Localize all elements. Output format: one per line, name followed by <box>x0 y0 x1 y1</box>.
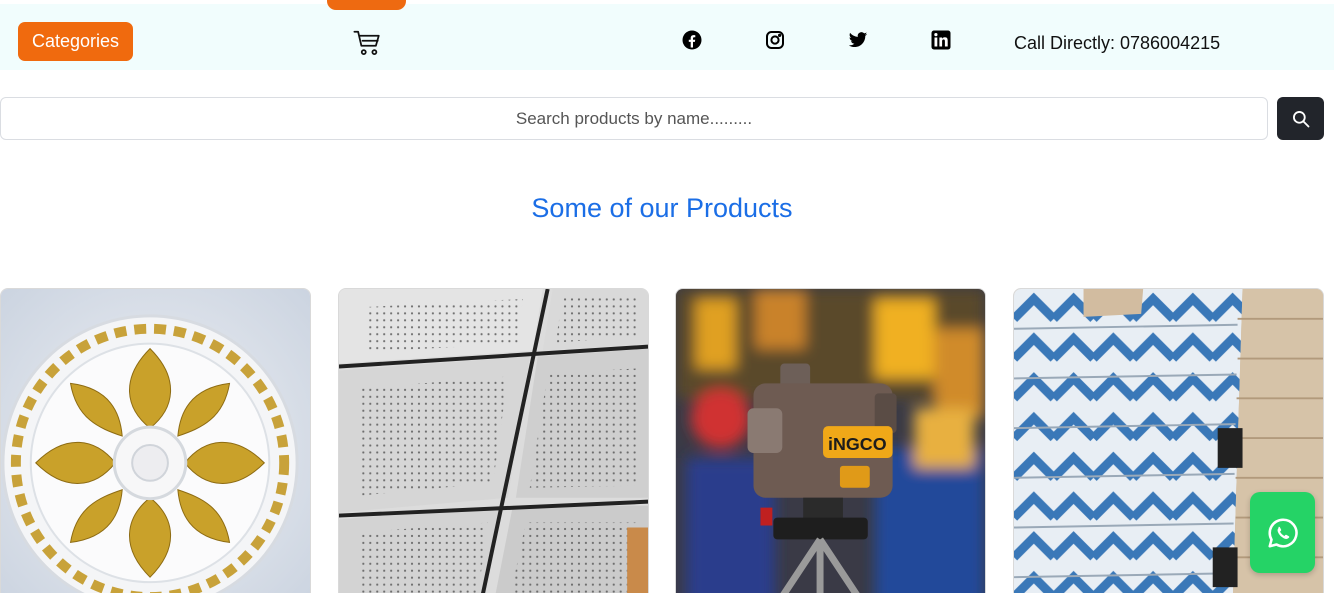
categories-button[interactable]: Categories <box>18 22 133 61</box>
search-box <box>0 97 1268 140</box>
call-directly-text: Call Directly: 0786004215 <box>1014 33 1221 53</box>
cart-count-badge <box>327 0 406 10</box>
whatsapp-button[interactable] <box>1250 492 1315 573</box>
product-card[interactable]: iNGCO <box>675 288 986 593</box>
product-image <box>339 289 648 593</box>
linkedin-icon[interactable] <box>931 30 951 50</box>
whatsapp-icon <box>1267 517 1298 548</box>
search-input[interactable] <box>1 98 1267 139</box>
cart-icon[interactable] <box>352 28 383 58</box>
twitter-icon[interactable] <box>848 30 868 50</box>
section-title: Some of our Products <box>531 193 793 223</box>
product-card[interactable] <box>0 288 311 593</box>
search-button[interactable] <box>1277 97 1324 140</box>
svg-text:iNGCO: iNGCO <box>828 434 887 454</box>
instagram-icon[interactable] <box>765 30 785 50</box>
search-icon <box>1292 110 1309 127</box>
product-card[interactable] <box>338 288 649 593</box>
product-image <box>1 289 310 593</box>
facebook-icon[interactable] <box>682 30 702 50</box>
top-bar: Categories Call Directly: 0786004215 <box>0 0 1334 70</box>
product-image: iNGCO <box>676 289 985 593</box>
